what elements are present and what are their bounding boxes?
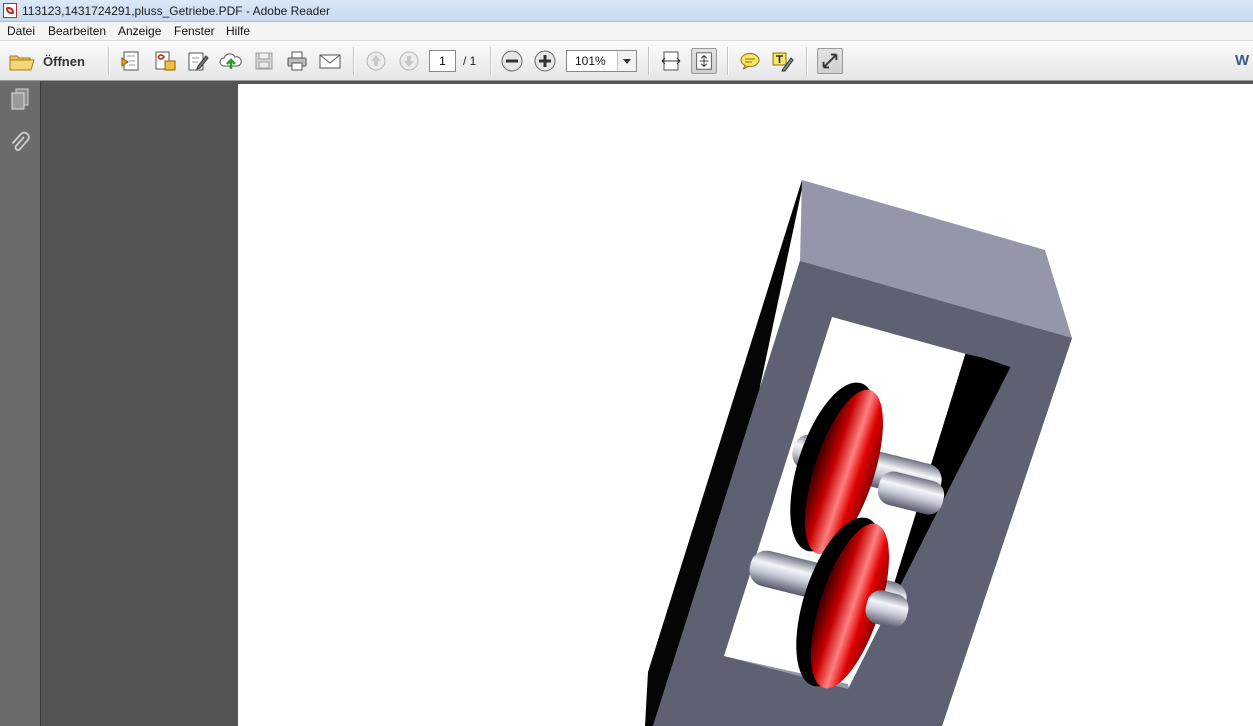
fit-page-button[interactable] bbox=[691, 48, 717, 74]
page-down-icon bbox=[397, 49, 421, 73]
toolbar-separator bbox=[353, 47, 355, 75]
page-up-icon bbox=[364, 49, 388, 73]
save-icon bbox=[252, 49, 276, 73]
print-button[interactable] bbox=[284, 48, 310, 74]
window-title: 113123,1431724291,pluss_Getriebe.PDF - A… bbox=[22, 4, 330, 18]
fit-width-icon bbox=[659, 49, 683, 73]
pages-panel-button[interactable] bbox=[8, 88, 32, 112]
edit-pdf-button[interactable] bbox=[185, 48, 211, 74]
previous-page-button[interactable] bbox=[363, 48, 389, 74]
folder-icon bbox=[9, 52, 35, 75]
comment-icon bbox=[738, 49, 762, 73]
email-icon bbox=[318, 49, 342, 73]
menu-fenster[interactable]: Fenster bbox=[174, 24, 215, 38]
toolbar-separator bbox=[108, 47, 110, 75]
menu-hilfe[interactable]: Hilfe bbox=[226, 24, 250, 38]
fit-page-icon bbox=[693, 50, 715, 72]
main-toolbar: Öffnen 1 / 1 101% W bbox=[0, 41, 1253, 81]
zoom-in-icon bbox=[533, 49, 557, 73]
toolbar-separator bbox=[490, 47, 492, 75]
zoom-out-icon bbox=[500, 49, 524, 73]
toolbar-separator bbox=[648, 47, 650, 75]
toolbar-separator bbox=[806, 47, 808, 75]
highlight-text-icon bbox=[771, 49, 795, 73]
zoom-in-button[interactable] bbox=[532, 48, 558, 74]
pdf-page bbox=[238, 84, 1253, 726]
export-pdf-button[interactable] bbox=[152, 48, 178, 74]
menu-datei[interactable]: Datei bbox=[7, 24, 35, 38]
create-pdf-button[interactable] bbox=[118, 48, 144, 74]
gearbox-3d-drawing bbox=[645, 180, 1072, 726]
navigation-panel bbox=[0, 81, 41, 726]
toolbar-right-text: W bbox=[1235, 52, 1250, 69]
create-pdf-icon bbox=[119, 49, 143, 73]
next-page-button[interactable] bbox=[396, 48, 422, 74]
zoom-out-button[interactable] bbox=[499, 48, 525, 74]
fit-width-button[interactable] bbox=[658, 48, 684, 74]
menu-anzeige[interactable]: Anzeige bbox=[118, 24, 161, 38]
fullscreen-button[interactable] bbox=[817, 48, 843, 74]
export-pdf-icon bbox=[153, 49, 177, 73]
save-button[interactable] bbox=[251, 48, 277, 74]
print-icon bbox=[285, 49, 309, 73]
cloud-upload-icon bbox=[219, 49, 243, 73]
acrobat-app-icon bbox=[3, 3, 17, 18]
email-button[interactable] bbox=[317, 48, 343, 74]
title-bar: 113123,1431724291,pluss_Getriebe.PDF - A… bbox=[0, 0, 1253, 22]
menu-bearbeiten[interactable]: Bearbeiten bbox=[48, 24, 106, 38]
open-button-label: Öffnen bbox=[43, 54, 85, 69]
page-number-input[interactable] bbox=[429, 50, 456, 72]
toolbar-separator bbox=[727, 47, 729, 75]
open-button[interactable]: Öffnen bbox=[6, 49, 98, 73]
document-viewport[interactable] bbox=[41, 81, 1253, 726]
highlight-text-button[interactable] bbox=[770, 48, 796, 74]
zoom-value: 101% bbox=[575, 54, 606, 68]
menu-bar: Datei Bearbeiten Anzeige Fenster Hilfe bbox=[0, 22, 1253, 41]
zoom-select[interactable]: 101% bbox=[566, 50, 637, 72]
edit-pdf-icon bbox=[186, 49, 210, 73]
page-count: / 1 bbox=[463, 54, 477, 68]
attachments-panel-button[interactable] bbox=[8, 131, 32, 158]
comment-button[interactable] bbox=[737, 48, 763, 74]
chevron-down-icon[interactable] bbox=[617, 51, 636, 71]
upload-button[interactable] bbox=[218, 48, 244, 74]
pages-icon bbox=[9, 87, 31, 114]
fullscreen-icon bbox=[819, 50, 841, 72]
paperclip-icon bbox=[9, 131, 31, 158]
